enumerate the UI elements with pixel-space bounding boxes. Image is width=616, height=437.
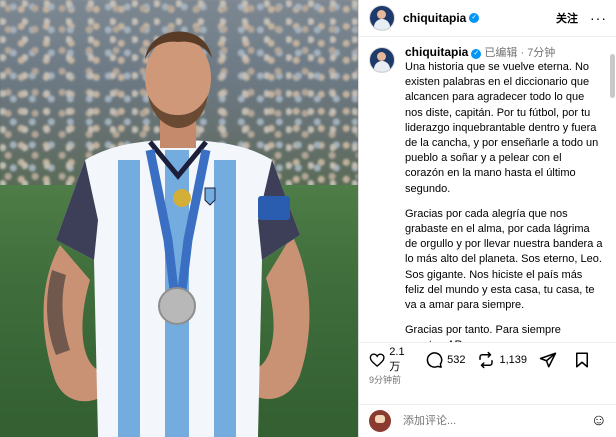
caption-paragraph-3: Gracias por tanto. Para siempre nuestro.… — [405, 324, 561, 342]
caption-area: chiquitapia ✓ 已编辑 · 7分钟 Una historia que … — [359, 37, 607, 342]
save-action[interactable] — [573, 351, 595, 369]
posted-time: 9分钟前 — [369, 375, 402, 385]
viewer-avatar — [369, 410, 391, 432]
like-count: 2.1万 — [389, 346, 405, 373]
caption-scrollbar[interactable] — [610, 54, 615, 98]
send-icon — [539, 352, 557, 368]
repost-icon — [479, 351, 494, 369]
action-bar: 2.1万 532 1,139 9分钟前 — [359, 342, 616, 386]
emoji-icon[interactable]: ☺ — [591, 412, 607, 430]
post-image[interactable] — [0, 0, 358, 437]
caption-paragraph-1: Una historia que se vuelve eterna. No ex… — [405, 61, 602, 195]
bookmark-icon — [576, 352, 588, 368]
caption-author-avatar[interactable] — [369, 47, 395, 73]
follow-button[interactable]: 关注 — [556, 10, 578, 26]
comment-input[interactable] — [401, 414, 555, 428]
comment-count: 532 — [447, 354, 466, 366]
comment-bar: ☺ — [359, 404, 616, 437]
verified-badge-icon: ✓ — [469, 13, 480, 23]
comment-icon — [426, 352, 443, 368]
player-figure — [43, 31, 310, 437]
edited-label: 已编辑 — [484, 47, 518, 59]
like-action[interactable]: 2.1万 — [369, 346, 413, 374]
author-username[interactable]: chiquitapia — [403, 11, 466, 25]
post-header: chiquitapia ✓ 关注 ··· — [359, 0, 616, 37]
author-avatar[interactable] — [369, 5, 395, 31]
post-detail-panel: chiquitapia ✓ 关注 ··· chiquitapia ✓ 已编辑 · … — [358, 0, 616, 437]
caption-paragraph-2: Gracias por cada alegría que nos grabast… — [405, 207, 606, 312]
caption-username[interactable]: chiquitapia — [405, 45, 468, 59]
repost-count: 1,139 — [499, 354, 527, 366]
more-options-icon[interactable]: ··· — [590, 10, 607, 26]
caption-verified-icon: ✓ — [471, 49, 482, 59]
comment-action[interactable]: 532 — [425, 351, 465, 369]
caption-time: 7分钟 — [527, 47, 556, 59]
repost-action[interactable]: 1,139 — [477, 351, 527, 369]
share-action[interactable] — [539, 351, 561, 369]
heart-icon — [369, 353, 385, 367]
caption-meta: chiquitapia ✓ 已编辑 · 7分钟 — [405, 45, 556, 59]
